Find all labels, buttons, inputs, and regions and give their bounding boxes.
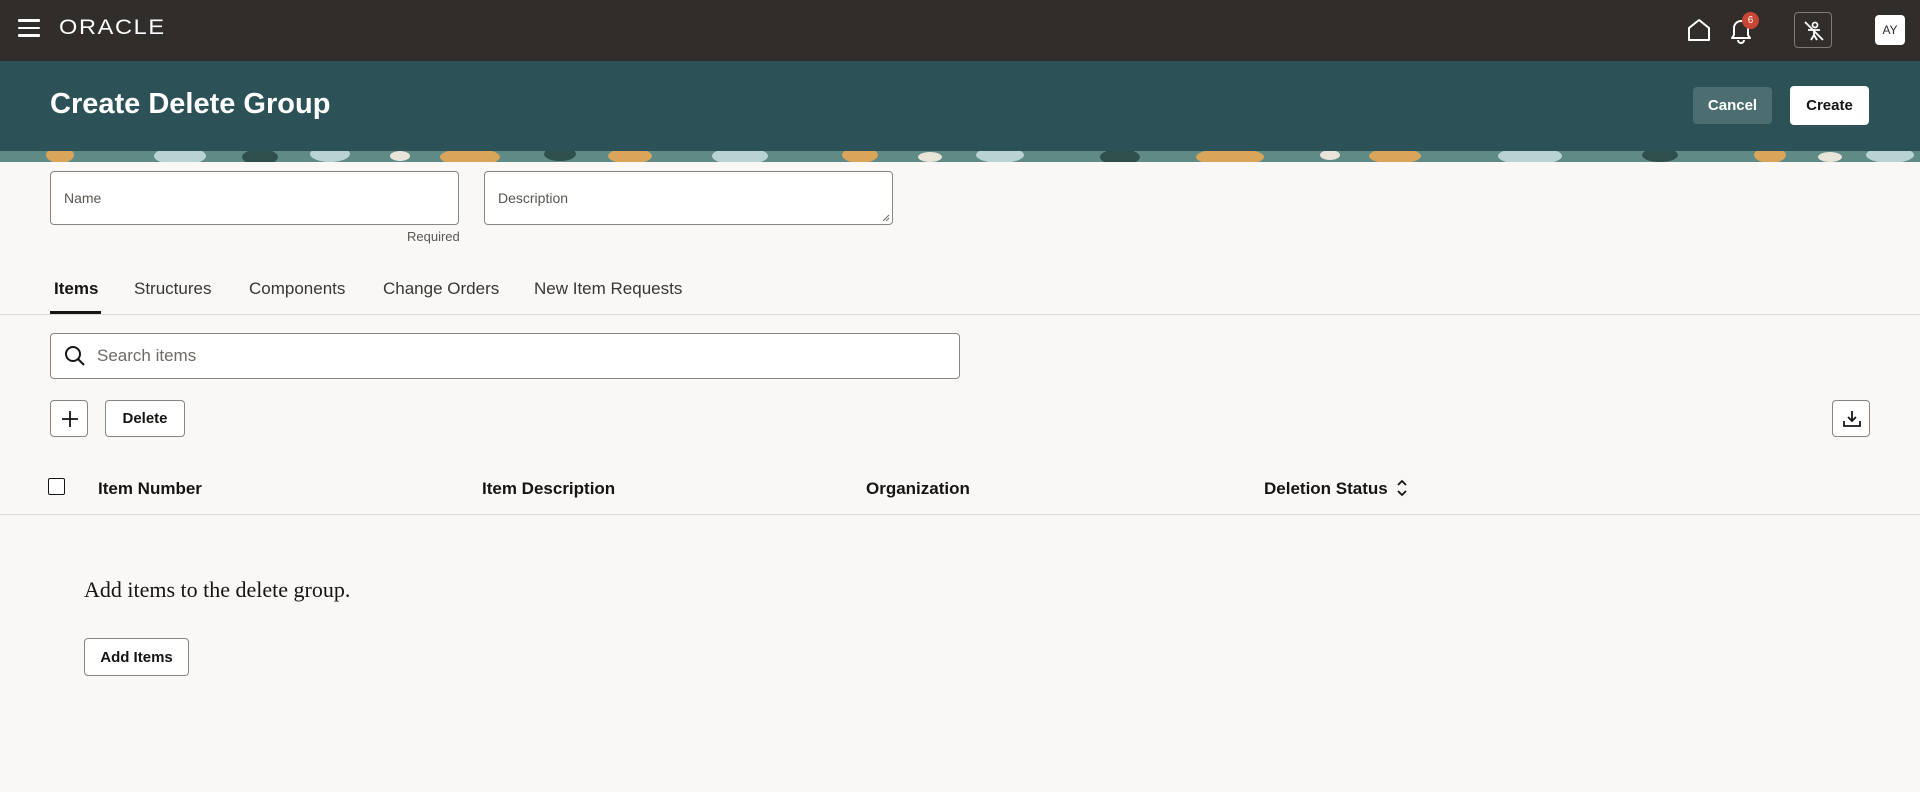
decorative-banner-pattern: [0, 151, 1920, 162]
menu-icon[interactable]: [18, 19, 40, 41]
empty-state-message: Add items to the delete group.: [84, 577, 351, 602]
resize-handle-icon[interactable]: [882, 214, 890, 222]
column-header-deletion-status[interactable]: Deletion Status: [1264, 479, 1388, 499]
tab-components[interactable]: Components: [249, 279, 345, 299]
download-icon: [1843, 411, 1861, 427]
tab-change-orders[interactable]: Change Orders: [383, 279, 499, 299]
name-field-label: Name: [64, 190, 102, 206]
select-all-checkbox[interactable]: [48, 478, 65, 495]
add-items-button[interactable]: Add Items: [84, 638, 189, 676]
column-header-item-number[interactable]: Item Number: [98, 479, 202, 499]
search-box: [50, 333, 960, 379]
page-header: Create Delete Group Cancel Create: [0, 61, 1920, 151]
tab-items[interactable]: Items: [54, 279, 98, 299]
description-field[interactable]: Description: [484, 171, 893, 225]
description-field-label: Description: [498, 190, 569, 206]
sort-icon[interactable]: [1395, 478, 1409, 498]
delete-button[interactable]: Delete: [105, 400, 185, 437]
create-button[interactable]: Create: [1790, 86, 1869, 125]
tab-bar: Items Structures Components Change Order…: [0, 272, 1920, 315]
active-tab-indicator: [50, 311, 101, 314]
name-required-hint: Required: [407, 229, 460, 244]
column-header-organization[interactable]: Organization: [866, 479, 970, 499]
table-header: Item Number Item Description Organizatio…: [0, 464, 1920, 515]
oracle-logo[interactable]: ORACLE: [59, 16, 166, 40]
name-field[interactable]: Name: [50, 171, 459, 225]
cancel-button[interactable]: Cancel: [1693, 87, 1772, 124]
accessibility-person-icon: [1804, 21, 1824, 41]
user-avatar[interactable]: AY: [1875, 15, 1905, 45]
notification-count-badge: 6: [1742, 12, 1759, 29]
tab-new-item-requests[interactable]: New Item Requests: [534, 279, 682, 299]
column-header-item-description[interactable]: Item Description: [482, 479, 615, 499]
page-title: Create Delete Group: [50, 88, 331, 120]
plus-icon: [62, 411, 78, 427]
tab-structures[interactable]: Structures: [134, 279, 211, 299]
top-navigation-bar: ORACLE 6 AY: [0, 0, 1920, 61]
search-icon: [65, 346, 85, 366]
home-icon[interactable]: [1686, 17, 1712, 43]
accessibility-button[interactable]: [1794, 12, 1832, 48]
add-item-button[interactable]: [50, 400, 88, 437]
search-input[interactable]: [97, 334, 947, 378]
download-button[interactable]: [1832, 400, 1870, 437]
